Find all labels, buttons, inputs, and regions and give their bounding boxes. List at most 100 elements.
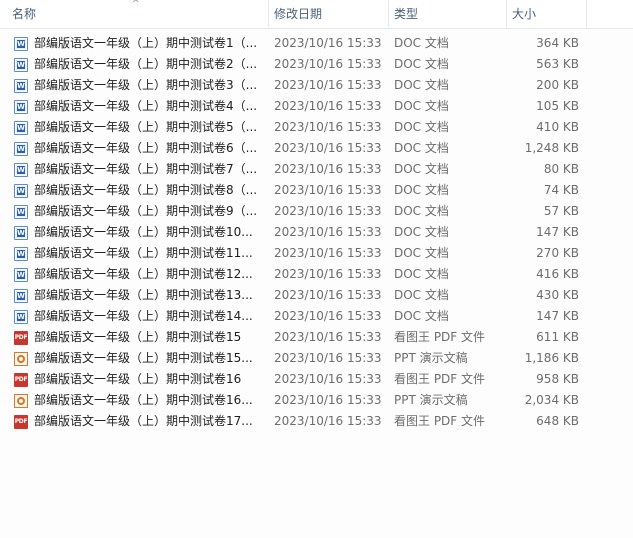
file-row[interactable]: PDF 部编版语文一年级（上）期中测试卷15 2023/10/16 15:33 看图王…: [0, 327, 600, 348]
file-size: 270 KB: [536, 246, 579, 260]
file-type: DOC 文档: [394, 183, 449, 197]
file-row[interactable]: W 部编版语文一年级（上）期中测试卷9（... 2023/10/16 15:33 DO…: [0, 201, 600, 222]
file-date-modified: 2023/10/16 15:33: [274, 225, 382, 239]
file-size: 147 KB: [536, 309, 579, 323]
file-size: 57 KB: [543, 204, 579, 218]
file-name: 部编版语文一年级（上）期中测试卷4（...: [34, 99, 258, 113]
file-row[interactable]: W 部编版语文一年级（上）期中测试卷13... 2023/10/16 15:33 DO…: [0, 285, 600, 306]
file-date-modified: 2023/10/16 15:33: [274, 36, 382, 50]
file-name: 部编版语文一年级（上）期中测试卷7（...: [34, 162, 258, 176]
file-row[interactable]: W 部编版语文一年级（上）期中测试卷5（... 2023/10/16 15:33 DO…: [0, 117, 600, 138]
file-row[interactable]: W 部编版语文一年级（上）期中测试卷4（... 2023/10/16 15:33 DO…: [0, 96, 600, 117]
file-list: W 部编版语文一年级（上）期中测试卷1（... 2023/10/16 15:33 DO…: [0, 33, 600, 432]
word-doc-icon: W: [14, 247, 28, 261]
column-header-size[interactable]: 大小: [506, 0, 586, 28]
word-doc-icon: W: [14, 100, 28, 114]
file-type: DOC 文档: [394, 141, 449, 155]
file-size: 563 KB: [536, 57, 579, 71]
file-size: 1,186 KB: [524, 351, 579, 365]
word-doc-icon: W: [14, 121, 28, 135]
file-row[interactable]: PDF 部编版语文一年级（上）期中测试卷17... 2023/10/16 15:33…: [0, 411, 600, 432]
file-type: DOC 文档: [394, 309, 449, 323]
file-type: 看图王 PDF 文件: [394, 330, 486, 344]
word-doc-icon: W: [14, 184, 28, 198]
file-name: 部编版语文一年级（上）期中测试卷13...: [34, 288, 253, 302]
file-type: PPT 演示文稿: [394, 351, 468, 365]
column-header-bar: ^ 名称 修改日期 类型 大小: [0, 0, 633, 29]
pdf-icon: PDF: [14, 415, 28, 429]
file-name: 部编版语文一年级（上）期中测试卷16...: [34, 393, 253, 407]
file-name: 部编版语文一年级（上）期中测试卷15: [34, 330, 242, 344]
file-type: DOC 文档: [394, 204, 449, 218]
file-row[interactable]: W 部编版语文一年级（上）期中测试卷11... 2023/10/16 15:33 DO…: [0, 243, 600, 264]
pdf-icon: PDF: [14, 331, 28, 345]
file-row[interactable]: W 部编版语文一年级（上）期中测试卷6（... 2023/10/16 15:33 DO…: [0, 138, 600, 159]
file-type: 看图王 PDF 文件: [394, 414, 486, 428]
file-name: 部编版语文一年级（上）期中测试卷6（...: [34, 141, 258, 155]
file-size: 611 KB: [536, 330, 579, 344]
file-date-modified: 2023/10/16 15:33: [274, 309, 382, 323]
file-date-modified: 2023/10/16 15:33: [274, 99, 382, 113]
file-date-modified: 2023/10/16 15:33: [274, 288, 382, 302]
file-size: 648 KB: [536, 414, 579, 428]
file-row[interactable]: 部编版语文一年级（上）期中测试卷16... 2023/10/16 15:33 PPT…: [0, 390, 600, 411]
file-name: 部编版语文一年级（上）期中测试卷8（...: [34, 183, 258, 197]
word-doc-icon: W: [14, 226, 28, 240]
file-row[interactable]: 部编版语文一年级（上）期中测试卷15... 2023/10/16 15:33 PPT…: [0, 348, 600, 369]
file-name: 部编版语文一年级（上）期中测试卷15...: [34, 351, 253, 365]
file-type: DOC 文档: [394, 246, 449, 260]
file-date-modified: 2023/10/16 15:33: [274, 414, 382, 428]
pdf-icon: PDF: [14, 373, 28, 387]
file-row[interactable]: W 部编版语文一年级（上）期中测试卷8（... 2023/10/16 15:33 DO…: [0, 180, 600, 201]
file-size: 958 KB: [536, 372, 579, 386]
file-date-modified: 2023/10/16 15:33: [274, 393, 382, 407]
file-row[interactable]: W 部编版语文一年级（上）期中测试卷12... 2023/10/16 15:33 DO…: [0, 264, 600, 285]
file-date-modified: 2023/10/16 15:33: [274, 372, 382, 386]
file-name: 部编版语文一年级（上）期中测试卷14...: [34, 309, 253, 323]
file-date-modified: 2023/10/16 15:33: [274, 57, 382, 71]
file-type: DOC 文档: [394, 99, 449, 113]
file-type: DOC 文档: [394, 120, 449, 134]
file-size: 416 KB: [536, 267, 579, 281]
file-size: 430 KB: [536, 288, 579, 302]
file-name: 部编版语文一年级（上）期中测试卷16: [34, 372, 242, 386]
word-doc-icon: W: [14, 268, 28, 282]
file-row[interactable]: W 部编版语文一年级（上）期中测试卷3（... 2023/10/16 15:33 DO…: [0, 75, 600, 96]
file-name: 部编版语文一年级（上）期中测试卷2（...: [34, 57, 258, 71]
file-type: DOC 文档: [394, 57, 449, 71]
word-doc-icon: W: [14, 163, 28, 177]
file-row[interactable]: W 部编版语文一年级（上）期中测试卷2（... 2023/10/16 15:33 DO…: [0, 54, 600, 75]
file-size: 1,248 KB: [524, 141, 579, 155]
file-type: DOC 文档: [394, 288, 449, 302]
word-doc-icon: W: [14, 79, 28, 93]
file-type: DOC 文档: [394, 225, 449, 239]
column-header-type[interactable]: 类型: [388, 0, 506, 28]
file-name: 部编版语文一年级（上）期中测试卷3（...: [34, 78, 258, 92]
file-date-modified: 2023/10/16 15:33: [274, 162, 382, 176]
file-name: 部编版语文一年级（上）期中测试卷9（...: [34, 204, 258, 218]
file-date-modified: 2023/10/16 15:33: [274, 330, 382, 344]
file-row[interactable]: W 部编版语文一年级（上）期中测试卷7（... 2023/10/16 15:33 DO…: [0, 159, 600, 180]
file-size: 147 KB: [536, 225, 579, 239]
file-date-modified: 2023/10/16 15:33: [274, 120, 382, 134]
file-name: 部编版语文一年级（上）期中测试卷17...: [34, 414, 253, 428]
word-doc-icon: W: [14, 310, 28, 324]
file-name: 部编版语文一年级（上）期中测试卷5（...: [34, 120, 258, 134]
file-row[interactable]: W 部编版语文一年级（上）期中测试卷14... 2023/10/16 15:33 DO…: [0, 306, 600, 327]
word-doc-icon: W: [14, 142, 28, 156]
column-header-name[interactable]: 名称: [6, 0, 268, 28]
file-name: 部编版语文一年级（上）期中测试卷11...: [34, 246, 253, 260]
file-row[interactable]: W 部编版语文一年级（上）期中测试卷10... 2023/10/16 15:33 DO…: [0, 222, 600, 243]
file-size: 105 KB: [536, 99, 579, 113]
ppt-icon: [14, 352, 28, 366]
file-row[interactable]: W 部编版语文一年级（上）期中测试卷1（... 2023/10/16 15:33 DO…: [0, 33, 600, 54]
file-date-modified: 2023/10/16 15:33: [274, 141, 382, 155]
file-type: PPT 演示文稿: [394, 393, 468, 407]
file-name: 部编版语文一年级（上）期中测试卷1（...: [34, 36, 258, 50]
column-divider[interactable]: [586, 0, 587, 27]
file-row[interactable]: PDF 部编版语文一年级（上）期中测试卷16 2023/10/16 15:33 看图王…: [0, 369, 600, 390]
column-header-date[interactable]: 修改日期: [268, 0, 388, 28]
word-doc-icon: W: [14, 289, 28, 303]
file-name: 部编版语文一年级（上）期中测试卷10...: [34, 225, 253, 239]
file-name: 部编版语文一年级（上）期中测试卷12...: [34, 267, 253, 281]
